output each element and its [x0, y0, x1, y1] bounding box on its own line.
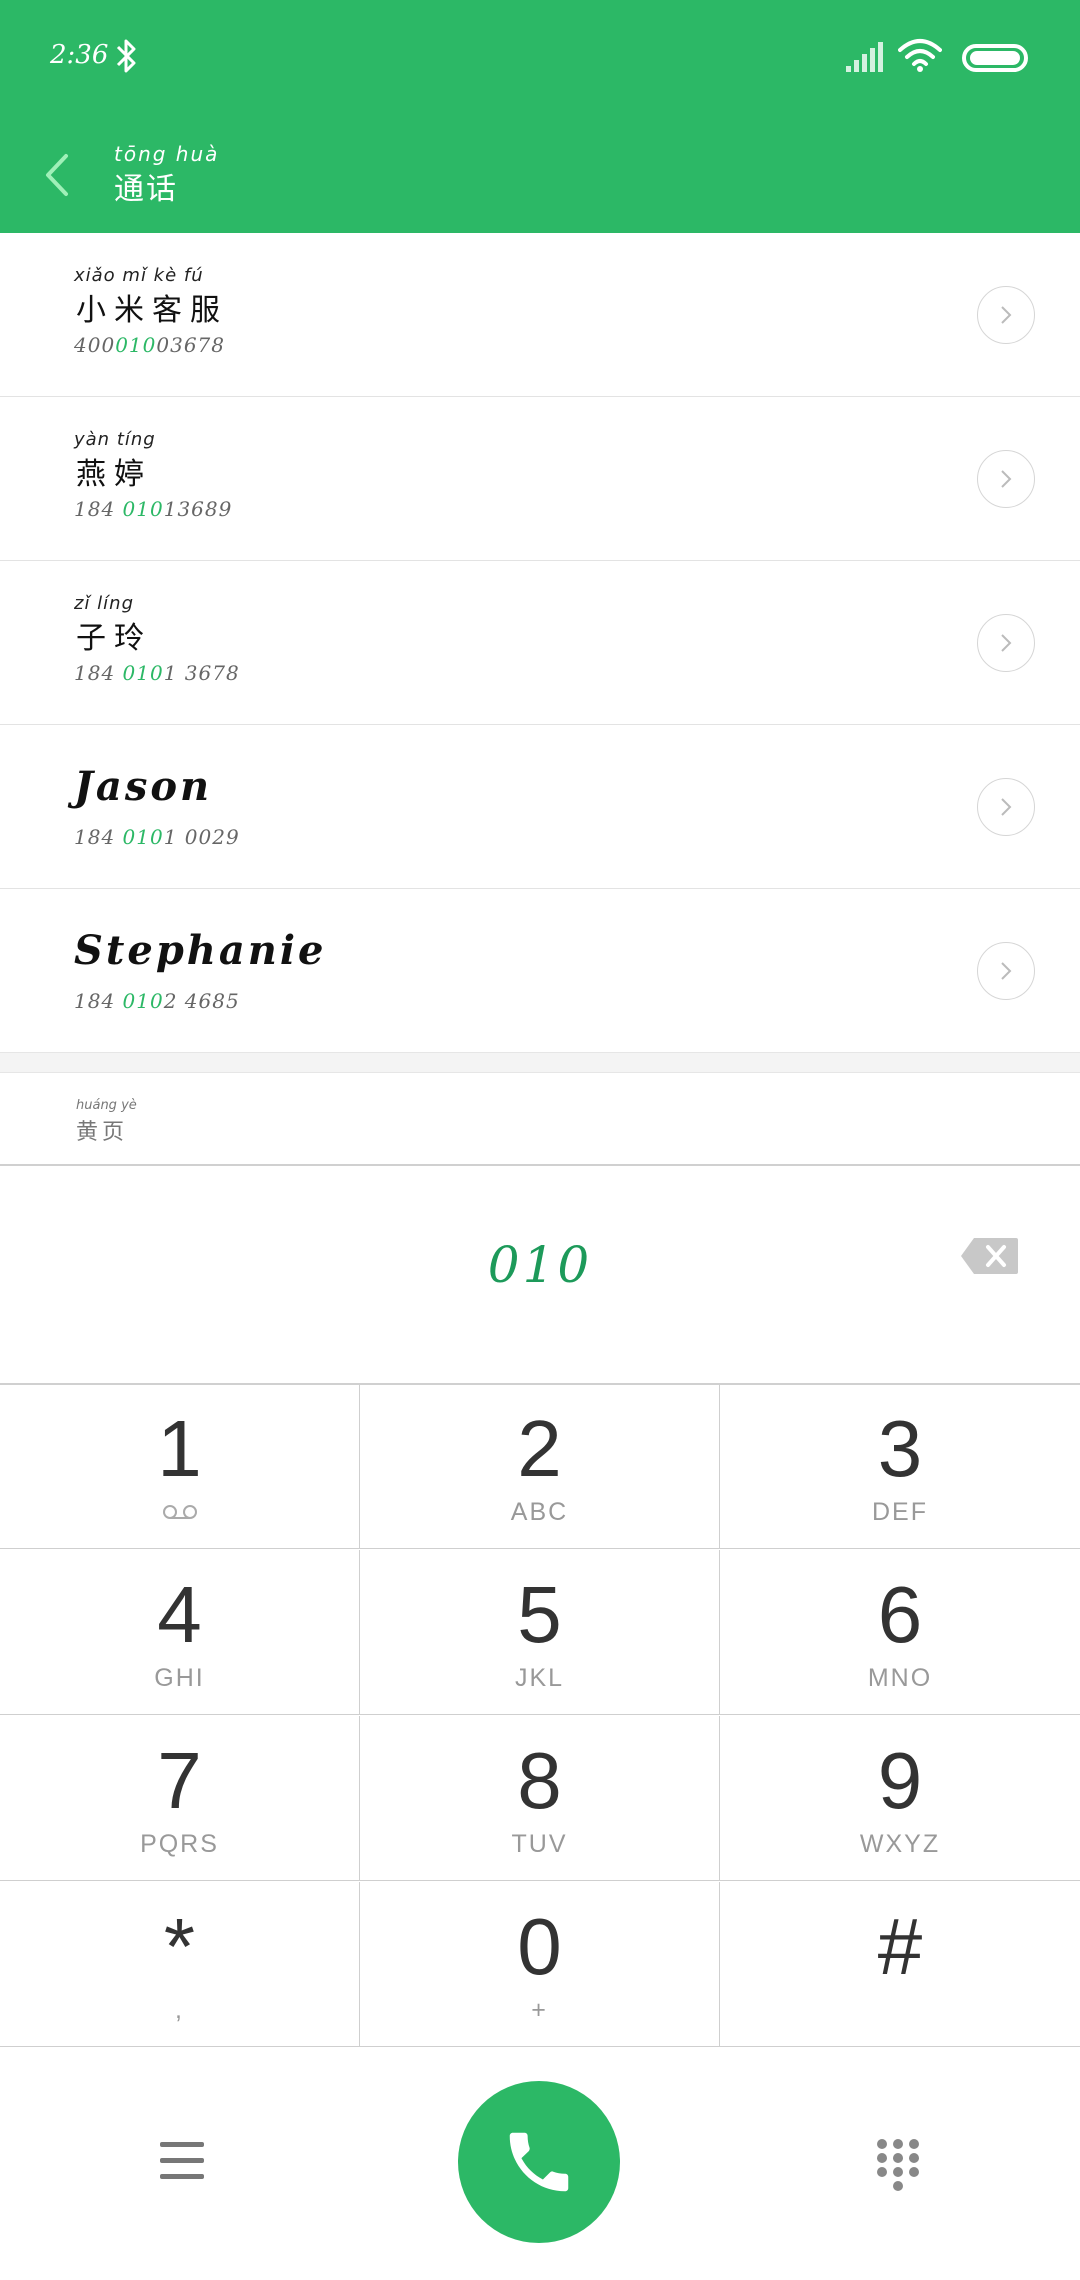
key-digit: 0	[517, 1902, 562, 1991]
status-bar: 2:36	[0, 0, 1080, 117]
key-letters: MNO	[867, 1664, 933, 1692]
menu-icon[interactable]	[160, 2140, 204, 2182]
page-title: tōng huà 通话	[114, 142, 219, 208]
key-digit: 3	[877, 1404, 923, 1493]
key-6[interactable]: 6 MNO	[720, 1550, 1080, 1715]
contact-number: 40001003678	[74, 333, 225, 357]
contact-row[interactable]: Stephanie 184 0102 4685	[0, 889, 1080, 1053]
contact-row[interactable]: yàn tíng 燕婷 184 01013689	[0, 397, 1080, 561]
page-title-pinyin: tōng huà	[114, 142, 220, 166]
backspace-icon[interactable]	[960, 1236, 1020, 1276]
contact-name: Jason	[74, 763, 213, 810]
dial-display: 010	[0, 1166, 1080, 1385]
contact-number: 184 0102 4685	[74, 989, 240, 1013]
key-letters: ,	[175, 1996, 184, 2024]
contact-number: 184 0101 0029	[74, 825, 240, 849]
chevron-right-icon	[1001, 306, 1012, 324]
key-letters: PQRS	[140, 1830, 219, 1858]
page-title-text: 通话	[114, 172, 178, 207]
contact-row[interactable]: zǐ líng 子玲 184 0101 3678	[0, 561, 1080, 725]
chevron-right-icon	[1001, 962, 1012, 980]
key-9[interactable]: 9 WXYZ	[720, 1716, 1080, 1881]
wifi-icon	[898, 39, 942, 72]
key-digit: 9	[877, 1736, 923, 1825]
key-letters: ABC	[510, 1498, 569, 1526]
key-digit: 5	[517, 1570, 562, 1659]
key-7[interactable]: 7 PQRS	[0, 1716, 360, 1881]
dialed-number: 010	[487, 1236, 593, 1294]
key-digit: 6	[877, 1570, 923, 1659]
contact-detail-button[interactable]	[977, 942, 1035, 1000]
key-hash[interactable]: #	[720, 1882, 1080, 2047]
key-letters: TUV	[511, 1830, 568, 1858]
status-time: 2:36	[50, 40, 109, 70]
contact-name: 小米客服	[76, 293, 228, 328]
chevron-right-icon	[1001, 470, 1012, 488]
bottom-bar	[0, 2048, 1080, 2280]
key-digit: #	[877, 1902, 923, 1991]
key-letters: WXYZ	[859, 1830, 941, 1858]
section-divider	[0, 1052, 1080, 1073]
key-star[interactable]: * ,	[0, 1882, 360, 2047]
back-arrow-icon[interactable]	[42, 150, 72, 200]
contact-name: 燕婷	[76, 457, 152, 492]
chevron-right-icon	[1001, 798, 1012, 816]
contact-pinyin: xiǎo mǐ kè fú	[74, 265, 204, 286]
key-3[interactable]: 3 DEF	[720, 1384, 1080, 1549]
contact-name: 子玲	[76, 621, 152, 656]
contact-detail-button[interactable]	[977, 778, 1035, 836]
bluetooth-icon	[116, 39, 136, 73]
key-2[interactable]: 2 ABC	[360, 1384, 720, 1549]
contact-detail-button[interactable]	[977, 286, 1035, 344]
key-digit: 2	[517, 1404, 562, 1493]
key-5[interactable]: 5 JKL	[360, 1550, 720, 1715]
key-letters: GHI	[154, 1664, 205, 1692]
signal-icon	[846, 42, 883, 72]
chevron-right-icon	[1001, 634, 1012, 652]
key-letters: JKL	[514, 1664, 565, 1692]
key-digit: *	[163, 1902, 196, 1991]
contact-detail-button[interactable]	[977, 614, 1035, 672]
contact-pinyin: yàn tíng	[74, 429, 156, 450]
key-4[interactable]: 4 GHI	[0, 1550, 360, 1715]
key-digit: 8	[517, 1736, 562, 1825]
key-1[interactable]: 1	[0, 1384, 360, 1549]
key-letters: +	[531, 1996, 548, 2024]
call-button[interactable]	[458, 2081, 620, 2243]
key-letters: DEF	[872, 1498, 928, 1526]
contact-detail-button[interactable]	[977, 450, 1035, 508]
contact-number: 184 0101 3678	[74, 661, 240, 685]
key-digit: 4	[157, 1570, 202, 1659]
dialpad-icon[interactable]	[876, 2138, 920, 2194]
key-8[interactable]: 8 TUV	[360, 1716, 720, 1881]
key-digit: 7	[157, 1736, 202, 1825]
battery-icon	[962, 44, 1028, 72]
voicemail-icon	[163, 1505, 197, 1519]
list-item[interactable]: huáng yè 黄页	[0, 1072, 1080, 1166]
dial-keypad: 1 2 ABC 3 DEF 4 GHI 5 JKL 6 MNO 7 PQRS 8…	[0, 1384, 1080, 2048]
contact-name: Stephanie	[74, 927, 327, 974]
key-0[interactable]: 0 +	[360, 1882, 720, 2047]
key-digit: 1	[157, 1404, 202, 1493]
contact-name: 黄页	[76, 1120, 129, 1145]
contact-pinyin: zǐ líng	[74, 593, 135, 614]
contact-pinyin: huáng yè	[76, 1098, 137, 1113]
contact-number: 184 01013689	[74, 497, 233, 521]
contact-row[interactable]: Jason 184 0101 0029	[0, 725, 1080, 889]
phone-icon	[509, 2132, 569, 2192]
contact-row[interactable]: xiǎo mǐ kè fú 小米客服 40001003678	[0, 233, 1080, 397]
